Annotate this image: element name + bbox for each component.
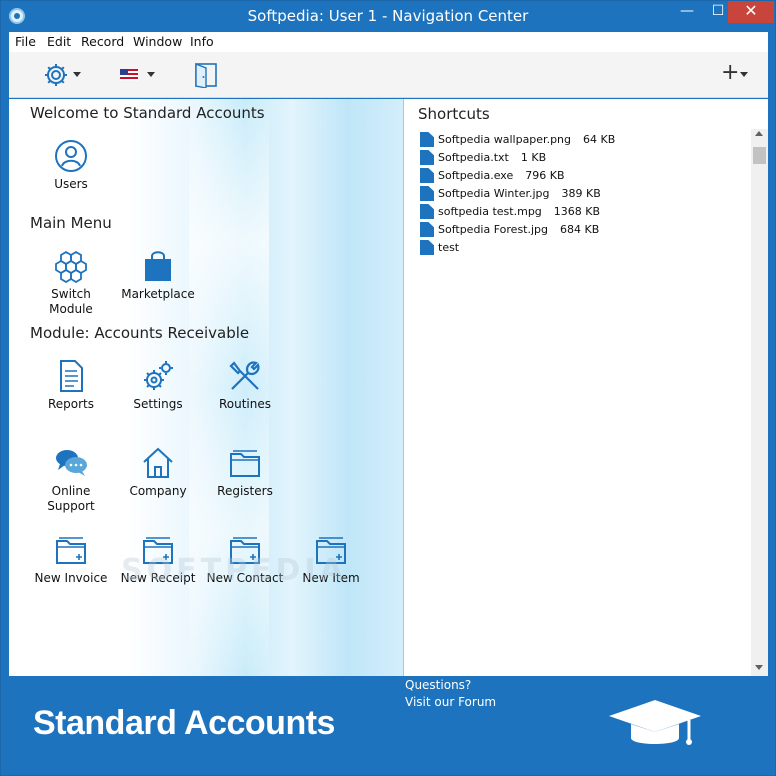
- routines-tile[interactable]: Routines: [202, 359, 288, 412]
- scroll-down-icon[interactable]: [755, 665, 763, 670]
- shortcuts-panel: Shortcuts Softpedia wallpaper.png 64 KB S…: [404, 99, 768, 676]
- switch-module-tile[interactable]: Switch Module: [28, 249, 114, 317]
- close-button[interactable]: ✕: [728, 1, 774, 23]
- us-flag-icon: [120, 69, 138, 81]
- marketplace-label: Marketplace: [121, 287, 195, 301]
- shortcut-name: Softpedia Forest.jpg: [438, 223, 549, 236]
- graduation-cap-icon: [609, 700, 701, 745]
- switch-module-label: Switch Module: [49, 287, 93, 316]
- menu-record[interactable]: Record: [81, 34, 124, 49]
- routines-label: Routines: [218, 397, 272, 411]
- shortcut-name: softpedia test.mpg: [438, 205, 542, 218]
- module-title: Module: Accounts Receivable: [30, 324, 250, 342]
- company-tile[interactable]: Company: [115, 446, 201, 499]
- reports-label: Reports: [47, 397, 95, 411]
- gear-icon: [45, 64, 67, 86]
- exit-button[interactable]: [194, 60, 220, 90]
- report-document-icon: [60, 360, 83, 392]
- shortcut-size: 389 KB: [561, 187, 601, 200]
- questions-text: Questions?: [405, 678, 472, 692]
- language-dropdown-button[interactable]: [120, 60, 160, 90]
- users-label: Users: [54, 177, 88, 191]
- online-support-label: Online Support: [47, 484, 95, 513]
- file-icon: [420, 132, 434, 147]
- welcome-title: Welcome to Standard Accounts: [30, 104, 265, 122]
- new-invoice-label: New Invoice: [34, 571, 108, 585]
- title-bar: Softpedia: User 1 - Navigation Center — …: [1, 1, 775, 32]
- menu-info[interactable]: Info: [190, 34, 214, 49]
- shortcut-name: test: [438, 241, 460, 254]
- file-icon: [420, 222, 434, 237]
- vertical-scrollbar[interactable]: [751, 129, 768, 676]
- plus-icon: +: [721, 60, 740, 85]
- forum-link[interactable]: Visit our Forum: [405, 695, 496, 709]
- marketplace-tile[interactable]: Marketplace: [115, 249, 201, 302]
- users-tile[interactable]: Users: [28, 139, 114, 192]
- registers-label: Registers: [217, 484, 273, 498]
- chevron-down-icon: [147, 72, 155, 77]
- reports-tile[interactable]: Reports: [28, 359, 114, 412]
- shortcut-name: Softpedia wallpaper.png: [438, 133, 571, 146]
- minimize-button[interactable]: —: [678, 1, 696, 23]
- folder-icon: [230, 450, 260, 477]
- shortcut-size: 1368 KB: [553, 205, 601, 218]
- menu-edit[interactable]: Edit: [47, 34, 71, 49]
- tools-icon: [229, 361, 260, 390]
- brand-title: Standard Accounts: [33, 704, 335, 742]
- add-dropdown-button[interactable]: +: [721, 60, 753, 90]
- settings-dropdown-button[interactable]: [43, 60, 85, 90]
- shortcut-size: 64 KB: [583, 133, 616, 146]
- gears-icon: [144, 361, 173, 390]
- footer-banner: Standard Accounts Questions? Visit our F…: [9, 676, 768, 768]
- shortcut-name: Softpedia.txt: [438, 151, 509, 164]
- settings-tile[interactable]: Settings: [115, 359, 201, 412]
- folder-add-icon: [56, 537, 86, 564]
- menu-window[interactable]: Window: [133, 34, 182, 49]
- settings-label: Settings: [133, 397, 183, 411]
- app-window: Softpedia: User 1 - Navigation Center — …: [0, 0, 776, 776]
- file-icon: [420, 204, 434, 219]
- navigation-panel: Welcome to Standard Accounts Users Main …: [9, 99, 403, 676]
- menu-bar: File Edit Record Window Info: [9, 32, 768, 52]
- scroll-thumb[interactable]: [753, 147, 766, 164]
- shortcut-name: Softpedia Winter.jpg: [438, 187, 550, 200]
- shortcut-size: 684 KB: [560, 223, 600, 236]
- file-icon: [420, 240, 434, 255]
- new-invoice-tile[interactable]: New Invoice: [28, 533, 114, 586]
- company-label: Company: [129, 484, 187, 498]
- chevron-down-icon: [73, 72, 81, 77]
- scroll-up-icon[interactable]: [755, 131, 763, 136]
- online-support-tile[interactable]: Online Support: [28, 446, 114, 514]
- menu-file[interactable]: File: [15, 34, 36, 49]
- shopping-bag-icon: [145, 251, 171, 281]
- file-icon: [420, 186, 434, 201]
- user-icon: [55, 140, 87, 172]
- hexagons-icon: [55, 250, 87, 283]
- window-title: Softpedia: User 1 - Navigation Center: [247, 7, 529, 25]
- chevron-down-icon: [740, 72, 748, 77]
- door-icon: [195, 62, 217, 88]
- toolbar: +: [9, 52, 768, 98]
- shortcut-size: 796 KB: [525, 169, 565, 182]
- file-icon: [420, 168, 434, 183]
- main-menu-title: Main Menu: [30, 214, 112, 232]
- chat-bubbles-icon: [56, 450, 87, 476]
- shortcut-name: Softpedia.exe: [438, 169, 514, 182]
- maximize-button[interactable]: ☐: [709, 1, 727, 23]
- house-icon: [143, 447, 173, 478]
- shortcut-size: 1 KB: [520, 151, 547, 164]
- shortcuts-title: Shortcuts: [418, 105, 490, 123]
- registers-tile[interactable]: Registers: [202, 446, 288, 499]
- file-icon: [420, 150, 434, 165]
- watermark: SOFTPEDIA: [121, 553, 347, 588]
